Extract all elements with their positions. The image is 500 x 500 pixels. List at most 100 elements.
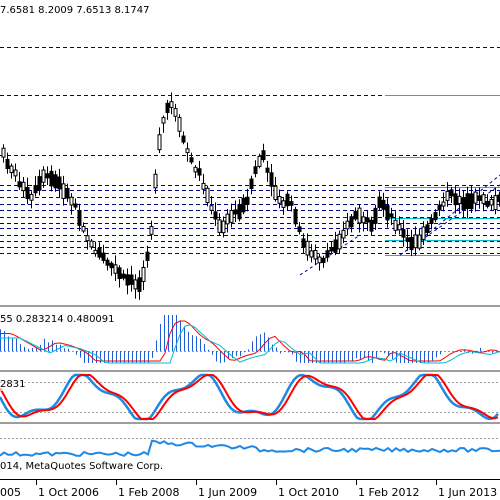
candle-body	[21, 181, 26, 192]
candle-body	[65, 187, 70, 199]
time-tick	[36, 480, 37, 485]
candle-body	[209, 205, 214, 211]
candle-body	[93, 249, 98, 255]
candle-body	[317, 256, 322, 264]
stochastic-indicator	[0, 373, 500, 421]
candle-body	[361, 216, 366, 224]
candle-body	[145, 251, 150, 261]
candle-body	[101, 252, 106, 261]
candle-body	[17, 181, 22, 188]
candle-body	[409, 237, 414, 251]
candle-body	[173, 108, 178, 117]
candle-body	[241, 197, 246, 213]
candle-body	[153, 173, 158, 189]
candle-body	[125, 274, 130, 286]
candle-body	[157, 134, 162, 151]
candle-body	[437, 204, 442, 211]
candle-body	[457, 195, 462, 205]
stochastic-pane[interactable]: 2831	[0, 372, 500, 422]
candle-body	[49, 170, 54, 187]
candle-body	[197, 168, 202, 176]
candle-body	[365, 217, 370, 223]
candle-body	[249, 178, 254, 190]
macd-pane[interactable]: 55 0.283214 0.480091	[0, 307, 500, 370]
candle-body	[297, 226, 302, 233]
candle-body	[273, 185, 278, 201]
candle-body	[69, 196, 74, 206]
candle-body	[413, 234, 418, 249]
candle-body	[233, 209, 238, 215]
candle-body	[293, 208, 298, 225]
candle-body	[445, 190, 450, 201]
candle-body	[169, 101, 174, 108]
candle-body	[321, 257, 326, 264]
candle-body	[373, 207, 378, 224]
candle-body	[77, 209, 82, 226]
candle-body	[389, 213, 394, 218]
candle-body	[261, 150, 266, 161]
candle-body	[385, 205, 390, 221]
candle-body	[193, 166, 198, 173]
candle-body	[485, 200, 490, 207]
candle-body	[25, 186, 30, 200]
candle-body	[61, 183, 66, 199]
candle-body	[257, 155, 262, 167]
candle-body	[113, 264, 118, 274]
candle-body	[117, 267, 122, 279]
candle-body	[493, 195, 498, 211]
candle-body	[285, 193, 290, 207]
time-label: 1 Jun 2009	[198, 486, 258, 499]
candle-body	[269, 172, 274, 187]
candle-body	[229, 209, 234, 223]
candle-body	[329, 247, 334, 252]
chart-window[interactable]: 7.6581 8.2009 7.6513 8.1747 55 0.283214 …	[0, 0, 500, 500]
candle-body	[57, 176, 62, 190]
candle-body	[453, 193, 458, 206]
candle-body	[33, 185, 38, 194]
candle-body	[333, 239, 338, 253]
candle-body	[161, 117, 166, 124]
candle-body	[477, 195, 482, 201]
candle-body	[353, 210, 358, 220]
candle-body	[5, 158, 10, 169]
candle-body	[85, 235, 90, 242]
candle-body	[289, 201, 294, 206]
candle-body	[393, 219, 398, 231]
candle-body	[265, 167, 270, 173]
candle-body	[237, 204, 242, 220]
candle-body	[325, 250, 330, 258]
candle-body	[341, 229, 346, 239]
stochastic-readout: 2831	[0, 379, 26, 391]
copyright-text: 014, MetaQuotes Software Corp.	[0, 461, 164, 472]
candle-body	[309, 250, 314, 258]
candle-body	[181, 135, 186, 143]
time-label: 1 Jun 2013	[438, 486, 498, 499]
candle-body	[469, 193, 474, 210]
time-label: 1 Oct 2010	[278, 486, 340, 499]
candle-body	[369, 219, 374, 232]
candle-body	[73, 203, 78, 208]
candle-body	[481, 194, 486, 204]
candle-body	[133, 279, 138, 290]
candle-body	[405, 237, 410, 242]
candle-body	[465, 193, 470, 209]
candle-body	[109, 262, 114, 269]
candle-body	[441, 201, 446, 207]
candle-body	[13, 169, 18, 177]
candle-body	[165, 102, 170, 113]
candle-body	[417, 234, 422, 249]
candle-body	[81, 225, 86, 232]
candle-body	[177, 117, 182, 132]
time-label: 005	[0, 486, 21, 499]
candle-body	[121, 273, 126, 279]
candle-body	[129, 274, 134, 285]
time-axis-line	[0, 479, 500, 480]
stochastic-signal-line	[0, 374, 499, 420]
candle-body	[205, 187, 210, 204]
candle-body	[357, 207, 362, 224]
candle-body	[421, 226, 426, 240]
candle-body	[489, 198, 494, 206]
price-pane[interactable]: 7.6581 8.2009 7.6513 8.1747	[0, 0, 500, 305]
candle-body	[89, 240, 94, 248]
time-tick	[276, 480, 277, 485]
